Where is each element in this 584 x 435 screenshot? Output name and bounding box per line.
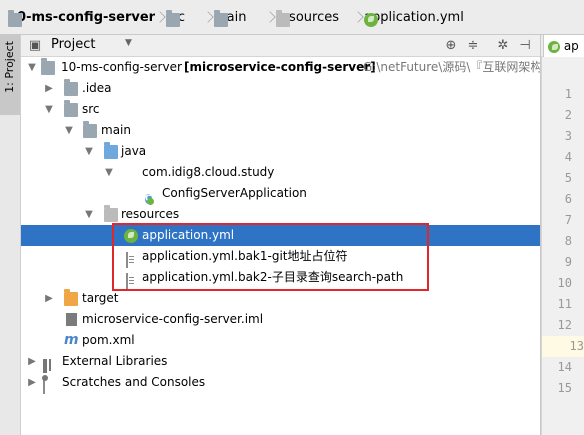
target-icon[interactable]: ⊕ <box>443 38 459 54</box>
spring-config-icon <box>124 229 138 243</box>
tree-node-idea[interactable]: ▶ .idea <box>21 78 540 99</box>
folder-icon <box>166 10 180 27</box>
tree-node-java[interactable]: ▼ java <box>21 141 540 162</box>
hide-icon[interactable]: ⊣ <box>517 38 533 54</box>
breadcrumb-separator <box>265 9 273 27</box>
text-file-icon <box>126 273 128 289</box>
library-icon <box>43 359 47 373</box>
line-number: 13 <box>542 336 584 357</box>
line-number: 15 <box>557 381 572 395</box>
chevron-down-icon[interactable]: ▼ <box>125 38 132 48</box>
navigation-breadcrumb: 10-ms-config-server src main resources a… <box>0 0 584 35</box>
line-number: 10 <box>557 276 572 290</box>
collapse-icon[interactable]: ≑ <box>465 38 481 54</box>
line-number: 4 <box>564 150 572 164</box>
project-tool-tab[interactable]: 1: Project <box>0 35 20 115</box>
breadcrumb-item-file[interactable]: application.yml <box>364 9 464 27</box>
editor-tab-application-yml[interactable]: ap <box>543 35 584 57</box>
tree-node-iml[interactable]: microservice-config-server.iml <box>21 309 540 330</box>
line-number: 9 <box>564 255 572 269</box>
line-number: 12 <box>557 318 572 332</box>
module-file-icon <box>66 313 77 326</box>
resources-folder-icon <box>104 205 118 222</box>
line-number: 5 <box>564 171 572 185</box>
line-number: 2 <box>564 108 572 122</box>
chevron-down-icon[interactable]: ▼ <box>44 99 54 120</box>
module-folder-icon <box>41 58 55 75</box>
spring-config-icon <box>364 13 378 27</box>
tree-node-main[interactable]: ▼ main <box>21 120 540 141</box>
tree-node-external-libraries[interactable]: ▶ External Libraries <box>21 351 540 373</box>
breadcrumb-separator <box>203 9 211 27</box>
chevron-right-icon[interactable]: ▶ <box>27 351 37 372</box>
folder-icon <box>83 121 97 138</box>
chevron-down-icon[interactable]: ▼ <box>104 162 114 183</box>
tree-node-class[interactable]: C ConfigServerApplication <box>21 183 540 204</box>
editor-tab-bar: ap <box>541 35 584 57</box>
tree-node-src[interactable]: ▼ src <box>21 99 540 120</box>
project-tree: ▼ 10-ms-config-server [microservice-conf… <box>21 57 540 435</box>
breadcrumb-item-module[interactable]: 10-ms-config-server <box>8 9 155 27</box>
breadcrumb-item-src[interactable]: src <box>166 9 185 27</box>
spring-class-icon: C <box>145 194 152 204</box>
excluded-folder-icon <box>64 289 78 306</box>
line-number: 11 <box>557 297 572 311</box>
chevron-right-icon[interactable]: ▶ <box>27 372 37 393</box>
tree-node-target[interactable]: ▶ target <box>21 288 540 309</box>
folder-icon <box>64 100 78 117</box>
tree-node-resources[interactable]: ▼ resources <box>21 204 540 225</box>
line-number: 8 <box>564 234 572 248</box>
breadcrumb-item-main[interactable]: main <box>214 9 246 27</box>
editor-gutter: 1 2 3 4 5 6 7 8 9 10 11 12 13 14 15 <box>541 57 584 435</box>
line-number: 6 <box>564 192 572 206</box>
breadcrumb-separator <box>353 9 361 27</box>
chevron-right-icon[interactable]: ▶ <box>44 78 54 99</box>
chevron-down-icon[interactable]: ▼ <box>64 120 74 141</box>
gear-icon[interactable]: ✲ <box>495 38 511 54</box>
scratches-icon <box>43 378 45 394</box>
tree-node-application-yml[interactable]: application.yml <box>21 225 540 246</box>
line-number: 7 <box>564 213 572 227</box>
tree-node-bak2[interactable]: application.yml.bak2-子目录查询search-path <box>21 267 540 289</box>
tool-window-strip: 1: Project <box>0 35 21 435</box>
tree-node-scratches[interactable]: ▶ Scratches and Consoles <box>21 372 540 394</box>
chevron-down-icon[interactable]: ▼ <box>27 57 37 78</box>
tree-node-bak1[interactable]: application.yml.bak1-git地址占位符 <box>21 246 540 268</box>
resources-folder-icon <box>276 10 290 27</box>
spring-config-icon <box>548 40 560 53</box>
folder-icon <box>214 10 228 27</box>
chevron-right-icon[interactable]: ▶ <box>44 288 54 309</box>
folder-icon <box>64 79 78 96</box>
text-file-icon <box>126 252 128 268</box>
chevron-down-icon[interactable]: ▼ <box>84 141 94 162</box>
line-number: 3 <box>564 129 572 143</box>
tree-node-root[interactable]: ▼ 10-ms-config-server [microservice-conf… <box>21 57 540 78</box>
source-folder-icon <box>104 142 118 159</box>
project-view-icon: ▣ <box>28 38 42 53</box>
tree-node-package[interactable]: ▼ com.idig8.cloud.study <box>21 162 540 183</box>
breadcrumb-separator <box>155 9 163 27</box>
tree-node-pom[interactable]: m pom.xml <box>21 330 540 351</box>
line-number: 14 <box>557 360 572 374</box>
breadcrumb-item-resources[interactable]: resources <box>276 9 339 27</box>
project-panel-header: ▣ Project ▼ ⊕ ≑ ✲ ⊣ <box>21 35 540 57</box>
maven-icon: m <box>64 332 79 348</box>
chevron-down-icon[interactable]: ▼ <box>84 204 94 225</box>
project-view-selector[interactable]: Project <box>51 37 95 53</box>
line-number: 1 <box>564 87 572 101</box>
module-folder-icon <box>8 10 22 27</box>
